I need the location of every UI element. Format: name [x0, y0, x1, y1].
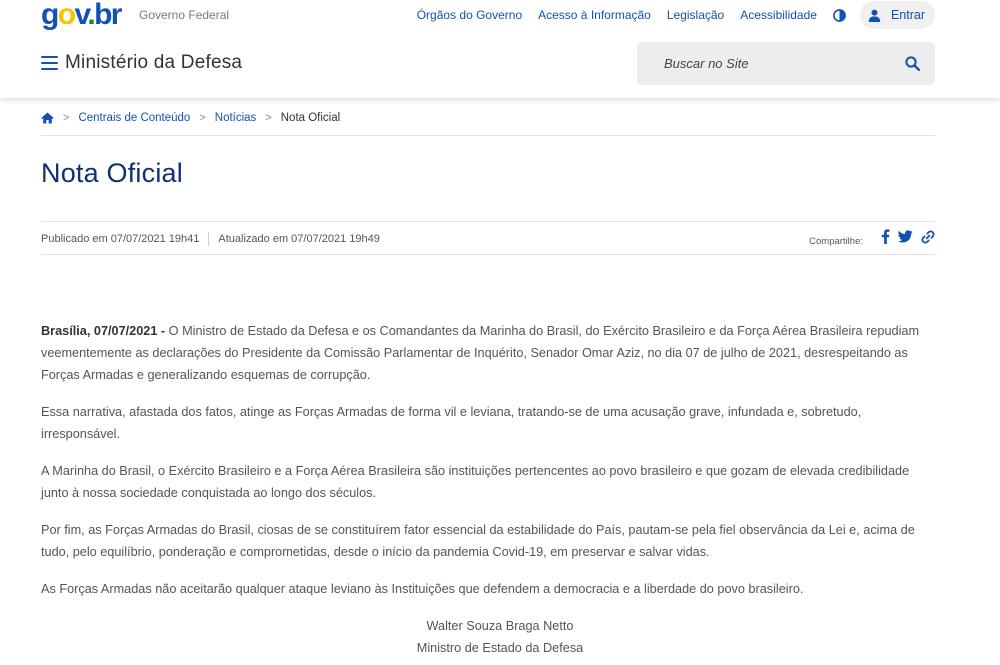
published-date: Publicado em 07/07/2021 19h41	[41, 233, 200, 245]
govbr-logo[interactable]: gov.br	[41, 0, 122, 30]
article-lead-text: O Ministro de Estado da Defesa e os Coma…	[41, 324, 920, 382]
article-paragraph: Essa narrativa, afastada dos fatos, atin…	[41, 405, 862, 441]
search-input[interactable]	[637, 42, 897, 85]
article-paragraph: Por fim, as Forças Armadas do Brasil, ci…	[41, 523, 915, 559]
breadcrumb-separator: >	[265, 112, 272, 124]
article-signature: Walter Souza Braga Netto Ministro de Est…	[0, 615, 1000, 659]
page-title: Nota Oficial	[41, 158, 183, 188]
article-lead-dateline: Brasília, 07/07/2021 -	[41, 324, 166, 338]
contrast-icon[interactable]	[833, 8, 846, 22]
site-header: gov.br Governo Federal Órgãos do Governo…	[0, 0, 1000, 98]
facebook-icon[interactable]	[881, 229, 890, 249]
header-menu-row: Ministério da Defesa	[41, 42, 935, 85]
article-meta: Publicado em 07/07/2021 19h41 Atualizado…	[41, 232, 380, 246]
link-orgaos-do-governo[interactable]: Órgãos do Governo	[417, 8, 522, 22]
search-icon[interactable]	[905, 56, 920, 71]
updated-date: Atualizado em 07/07/2021 19h49	[218, 233, 380, 245]
article-body: Brasília, 07/07/2021 - O Ministro de Est…	[41, 320, 935, 615]
breadcrumb-separator: >	[63, 112, 70, 124]
divider	[41, 135, 935, 136]
link-legislacao[interactable]: Legislação	[667, 8, 724, 22]
article-paragraph: A Marinha do Brasil, o Exército Brasilei…	[41, 464, 910, 500]
link-icon[interactable]	[921, 230, 935, 249]
breadcrumb: > Centrais de Conteúdo > Notícias > Nota…	[41, 109, 935, 127]
link-acesso-a-informacao[interactable]: Acesso à Informação	[538, 8, 651, 22]
share-bar: Compartilhe:	[809, 229, 935, 249]
breadcrumb-centrais-de-conteudo[interactable]: Centrais de Conteúdo	[78, 112, 190, 124]
header-top-row: gov.br Governo Federal Órgãos do Governo…	[41, 0, 935, 30]
breadcrumb-noticias[interactable]: Notícias	[215, 112, 257, 124]
share-label: Compartilhe:	[809, 235, 863, 247]
governo-federal-label: Governo Federal	[139, 8, 230, 22]
login-label: Entrar	[890, 8, 925, 22]
signature-name: Walter Souza Braga Netto	[426, 619, 574, 633]
login-button[interactable]: Entrar	[859, 1, 935, 29]
divider	[41, 254, 935, 255]
link-acessibilidade[interactable]: Acessibilidade	[740, 8, 817, 22]
breadcrumb-current: Nota Oficial	[280, 112, 341, 124]
hamburger-menu-icon[interactable]	[41, 56, 58, 71]
meta-divider	[208, 232, 210, 246]
article-paragraph: As Forças Armadas não aceitarão qualquer…	[41, 582, 804, 596]
divider	[41, 221, 935, 222]
user-icon	[868, 9, 881, 22]
article-paragraph: Brasília, 07/07/2021 - O Ministro de Est…	[41, 320, 935, 386]
home-icon[interactable]	[41, 112, 54, 124]
top-links: Órgãos do Governo Acesso à Informação Le…	[417, 0, 935, 30]
signature-role: Ministro de Estado da Defesa	[416, 641, 584, 655]
search-box	[637, 42, 935, 85]
breadcrumb-separator: >	[199, 112, 206, 124]
site-name[interactable]: Ministério da Defesa	[65, 52, 242, 74]
twitter-icon[interactable]	[897, 230, 913, 248]
